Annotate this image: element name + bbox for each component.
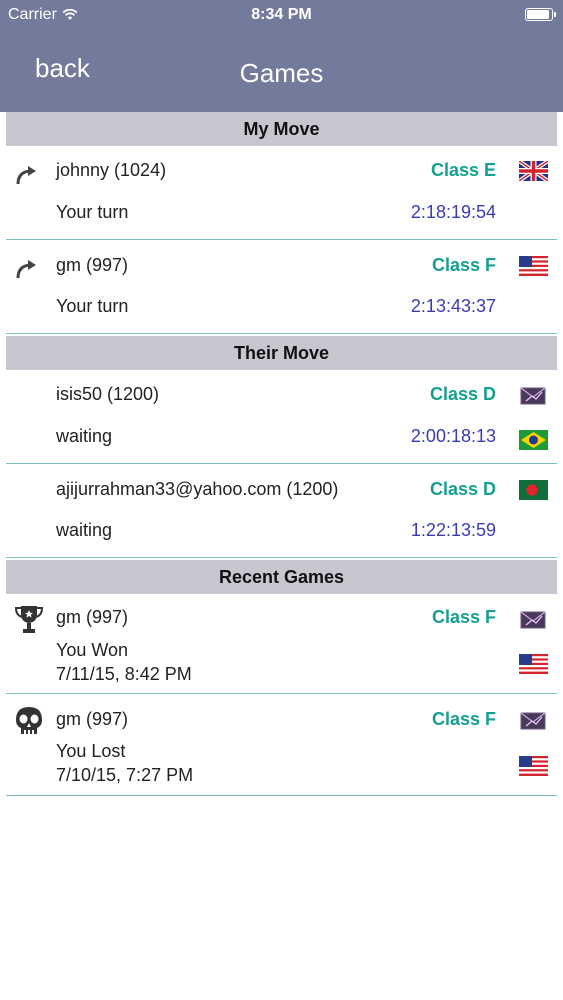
skull-icon (16, 707, 42, 734)
turn-arrow-icon (16, 260, 36, 279)
status-bar: Carrier 8:34 PM (0, 0, 563, 30)
row-divider (6, 333, 557, 334)
message-envelope-icon[interactable] (520, 712, 546, 730)
row-divider (6, 557, 557, 558)
uk-flag-icon (519, 161, 548, 181)
game-result: You Won (56, 640, 129, 660)
us-flag-icon (519, 654, 548, 674)
opponent-name: gm (997) (56, 607, 129, 627)
section-header-their-move: Their Move (6, 336, 557, 370)
row-divider (6, 795, 557, 796)
game-row[interactable]: isis50 (1200) Class D waiting 2:00:18:13 (0, 370, 563, 464)
game-row[interactable]: gm (997) Class F You Won 7/11/15, 8:42 P… (0, 594, 563, 694)
opponent-name: johnny (1024) (56, 160, 167, 180)
opponent-name: gm (997) (56, 709, 129, 729)
game-row[interactable]: gm (997) Class F Your turn 2:13:43:37 (0, 240, 563, 334)
clock: 8:34 PM (251, 6, 312, 23)
section-header-recent-games: Recent Games (6, 560, 557, 594)
class-label: Class D (429, 479, 496, 499)
page-title: Games (239, 58, 324, 88)
game-result: You Lost (56, 741, 126, 761)
turn-status: waiting (56, 520, 113, 540)
trophy-icon (14, 606, 44, 633)
turn-arrow-icon (16, 166, 36, 185)
opponent-name: isis50 (1200) (56, 384, 160, 404)
turn-status: Your turn (56, 202, 129, 222)
us-flag-icon (519, 756, 548, 776)
message-envelope-icon[interactable] (520, 387, 546, 405)
turn-status: Your turn (56, 296, 129, 316)
class-label: Class D (429, 384, 496, 404)
opponent-name: gm (997) (56, 255, 129, 275)
class-label: Class F (431, 255, 496, 275)
time-remaining: 1:22:13:59 (410, 520, 496, 540)
brazil-flag-icon (519, 430, 548, 450)
message-envelope-icon[interactable] (520, 611, 546, 629)
game-date: 7/11/15, 8:42 PM (56, 664, 192, 684)
opponent-name: ajijurrahman33@yahoo.com (1200) (56, 479, 339, 499)
game-row[interactable]: johnny (1024) Class E Your turn 2:18:19:… (0, 146, 563, 240)
bangladesh-flag-icon (519, 480, 548, 500)
battery-icon (525, 8, 556, 21)
game-row[interactable]: gm (997) Class F You Lost 7/10/15, 7:27 … (0, 694, 563, 796)
game-row[interactable]: ajijurrahman33@yahoo.com (1200) Class D … (0, 464, 563, 558)
class-label: Class E (430, 160, 496, 180)
section-header-my-move: My Move (6, 112, 557, 146)
class-label: Class F (431, 607, 496, 627)
turn-status: waiting (56, 426, 113, 446)
class-label: Class F (431, 709, 496, 729)
navigation-bar: Carrier 8:34 PM back Games (0, 0, 563, 112)
time-remaining: 2:13:43:37 (410, 296, 496, 316)
us-flag-icon (519, 256, 548, 276)
game-date: 7/10/15, 7:27 PM (56, 765, 194, 785)
time-remaining: 2:18:19:54 (410, 202, 496, 222)
time-remaining: 2:00:18:13 (410, 426, 496, 446)
